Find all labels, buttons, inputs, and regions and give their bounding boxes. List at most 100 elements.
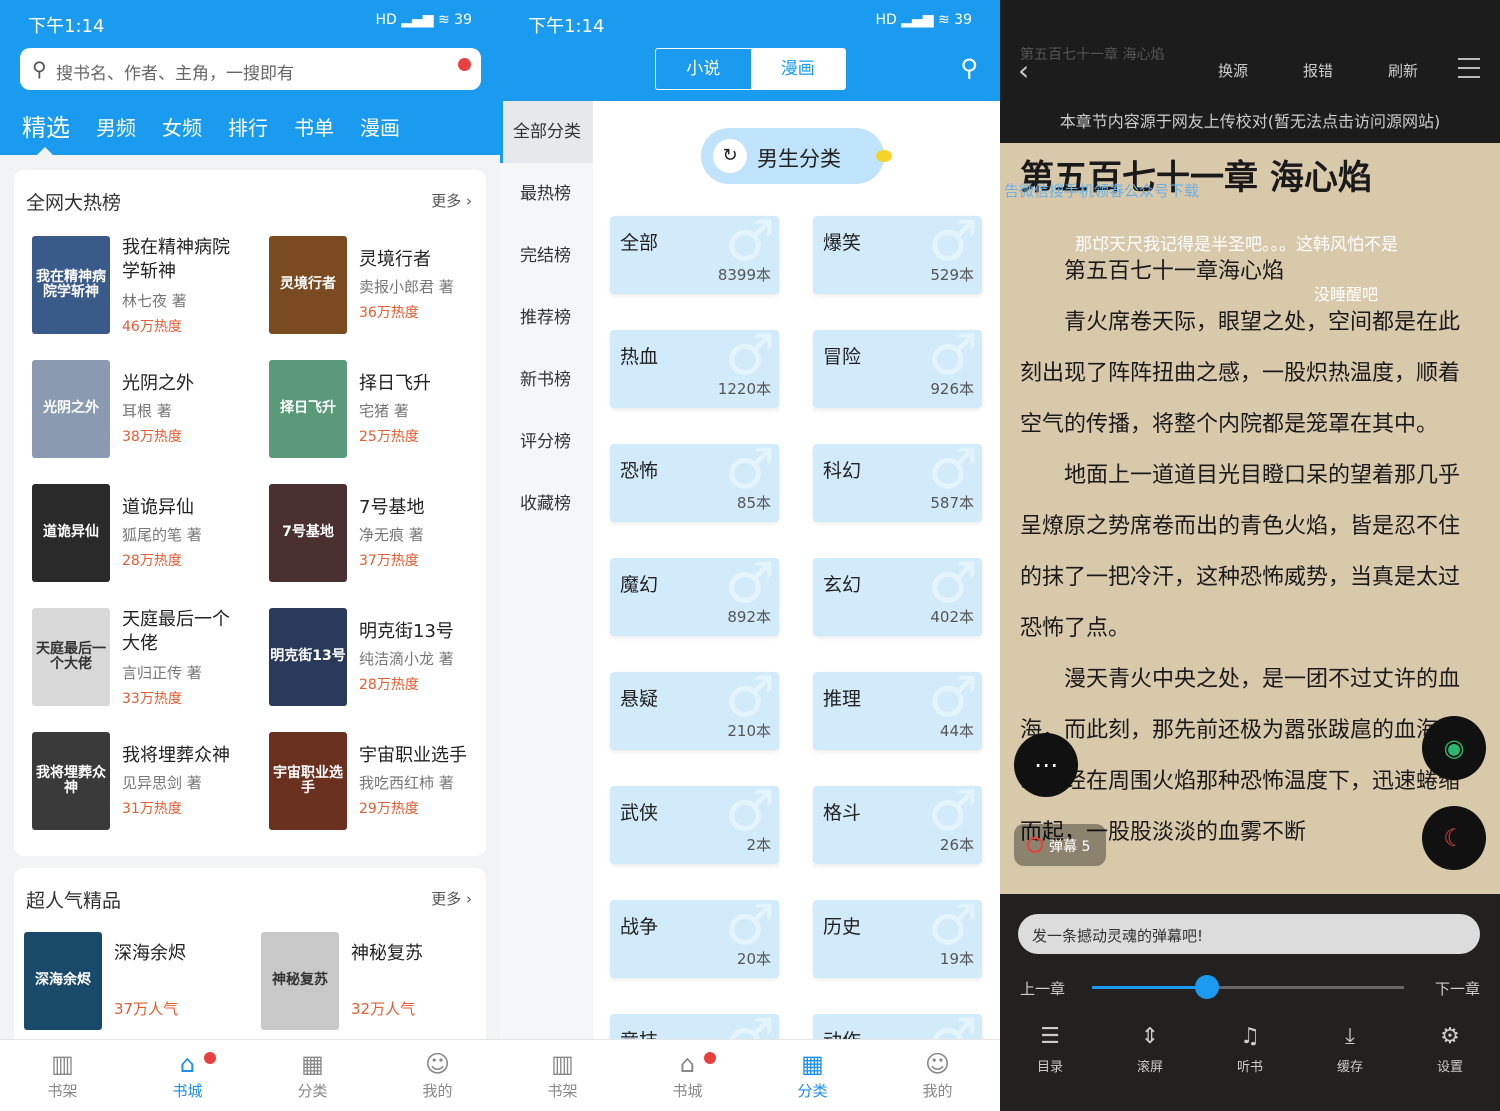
danmaku-input[interactable]: 发一条撼动灵魂的弹幕吧! <box>1018 914 1480 954</box>
nav-label: 书城 <box>172 1082 203 1100</box>
popular-more-link[interactable]: 更多 › <box>431 888 472 909</box>
side-favorites[interactable]: 收藏榜 <box>500 473 593 535</box>
tab-comics[interactable]: 漫画 <box>360 112 400 143</box>
book-item[interactable]: 灵境行者 灵境行者 卖报小郎君 著 36万热度 <box>269 236 499 336</box>
side-recommended[interactable]: 推荐榜 <box>500 287 593 349</box>
category-tile[interactable]: ♂ 全部 8399本 <box>610 216 779 294</box>
category-tile[interactable]: ♂ 科幻 587本 <box>813 444 982 522</box>
book-item[interactable]: 我在精神病院学斩神 我在精神病院学斩神 林七夜 著 46万热度 <box>32 236 262 336</box>
status-icons: HD ▂▄▆ ≋ 39 <box>875 12 972 28</box>
autoscroll-button[interactable]: ⇕ 滚屏 <box>1100 1024 1200 1075</box>
tab-female[interactable]: 女频 <box>162 112 202 143</box>
nav-label: 书架 <box>47 1082 78 1100</box>
book-item[interactable]: 道诡异仙 道诡异仙 狐尾的笔 著 28万热度 <box>32 484 262 584</box>
tab-booklist[interactable]: 书单 <box>294 112 334 143</box>
book-title: 深海余烬 <box>114 943 186 964</box>
seg-comics[interactable]: 漫画 <box>750 49 845 89</box>
side-hottest[interactable]: 最热榜 <box>500 163 593 225</box>
ghost-chapter-title: 第五百七十一章 海心焰 <box>1020 47 1165 63</box>
book-item[interactable]: 我将埋葬众神 我将埋葬众神 见异思剑 著 31万热度 <box>32 732 262 832</box>
gender-switch-pill[interactable]: ↻ 男生分类 <box>701 128 892 184</box>
progress-slider[interactable] <box>1092 975 1404 999</box>
book-title: 宇宙职业选手 <box>359 745 467 766</box>
book-heat: 32万人气 <box>351 1000 416 1018</box>
popular-book-item[interactable]: 深海余烬 深海余烬 37万人气 <box>24 932 254 1032</box>
category-tile[interactable]: ♂ 悬疑 210本 <box>610 672 779 750</box>
book-item[interactable]: 宇宙职业选手 宇宙职业选手 我吃西红柿 著 29万热度 <box>269 732 499 832</box>
report-button[interactable]: 报错 <box>1303 60 1333 81</box>
book-cover: 天庭最后一个大佬 <box>32 608 110 706</box>
hot-list-more-link[interactable]: 更多 › <box>431 190 472 211</box>
category-count: 19本 <box>939 950 974 968</box>
tab-featured[interactable]: 精选 <box>22 108 70 143</box>
nav-category[interactable]: ▦ 分类 <box>750 1040 875 1111</box>
category-tile[interactable]: ♂ 魔幻 892本 <box>610 558 779 636</box>
search-icon: ⚲ <box>32 57 47 81</box>
comment-bubble-icon[interactable]: ⋯ <box>1014 733 1078 797</box>
nav-mine[interactable]: ☺ 我的 <box>875 1040 1000 1111</box>
category-name: 魔幻 <box>620 574 659 596</box>
side-rating[interactable]: 评分榜 <box>500 411 593 473</box>
category-tile[interactable]: ♂ 爆笑 529本 <box>813 216 982 294</box>
book-heat: 31万热度 <box>122 801 182 817</box>
category-tile[interactable]: ♂ 历史 19本 <box>813 900 982 978</box>
progress-knob[interactable] <box>1195 975 1220 999</box>
prev-chapter-button[interactable]: 上一章 <box>1020 978 1065 999</box>
tab-male[interactable]: 男频 <box>96 112 136 143</box>
moon-icon[interactable]: ☾ <box>1422 806 1486 870</box>
book-cover: 择日飞升 <box>269 360 347 458</box>
badge-dot <box>203 1052 216 1064</box>
nav-mine[interactable]: ☺ 我的 <box>375 1040 500 1111</box>
nav-category[interactable]: ▦ 分类 <box>250 1040 375 1111</box>
cache-button[interactable]: ⤓ 缓存 <box>1300 1024 1400 1075</box>
toc-button[interactable]: ☰ 目录 <box>1000 1024 1100 1075</box>
eye-icon[interactable]: ◉ <box>1422 716 1486 780</box>
book-item[interactable]: 择日飞升 择日飞升 宅猪 著 25万热度 <box>269 360 499 460</box>
category-tile[interactable]: ♂ 格斗 26本 <box>813 786 982 864</box>
listen-button[interactable]: ♫ 听书 <box>1200 1024 1300 1075</box>
search-input[interactable]: ⚲ 搜书名、作者、主角，一搜即有 <box>20 48 481 90</box>
nav-bookshelf[interactable]: ▥ 书架 <box>500 1040 625 1111</box>
category-tile[interactable]: ♂ 武侠 2本 <box>610 786 779 864</box>
seg-novel[interactable]: 小说 <box>656 49 751 89</box>
category-count: 587本 <box>930 494 974 512</box>
next-chapter-button[interactable]: 下一章 <box>1435 978 1480 999</box>
tool-label: 缓存 <box>1336 1060 1363 1075</box>
category-name: 全部 <box>620 232 659 254</box>
nav-bookstore[interactable]: ⌂ 书城 <box>625 1040 750 1111</box>
danmaku-toggle[interactable]: 弹幕 5 <box>1014 824 1106 866</box>
book-item[interactable]: 7号基地 7号基地 净无痕 著 37万热度 <box>269 484 499 584</box>
category-name: 恐怖 <box>620 460 659 482</box>
refresh-button[interactable]: 刷新 <box>1388 60 1418 81</box>
category-tile[interactable]: ♂ 战争 20本 <box>610 900 779 978</box>
category-tile[interactable]: ♂ 玄幻 402本 <box>813 558 982 636</box>
type-segmented-control: 小说 漫画 <box>655 48 846 90</box>
male-symbol-icon: ♂ <box>724 558 775 616</box>
book-item[interactable]: 天庭最后一个大佬 天庭最后一个大佬 言归正传 著 33万热度 <box>32 608 262 708</box>
settings-button[interactable]: ⚙ 设置 <box>1400 1024 1500 1075</box>
side-new[interactable]: 新书榜 <box>500 349 593 411</box>
book-item[interactable]: 明克街13号 明克街13号 纯洁滴小龙 著 28万热度 <box>269 608 499 708</box>
back-icon[interactable]: ‹ <box>1018 54 1029 87</box>
book-cover: 我在精神病院学斩神 <box>32 236 110 334</box>
category-name: 武侠 <box>620 802 659 824</box>
menu-icon[interactable] <box>1458 58 1480 85</box>
male-symbol-icon: ♂ <box>724 672 775 730</box>
side-all[interactable]: 全部分类 <box>500 101 593 163</box>
category-tile[interactable]: ♂ 冒险 926本 <box>813 330 982 408</box>
tab-ranking[interactable]: 排行 <box>228 112 268 143</box>
category-tile[interactable]: ♂ 恐怖 85本 <box>610 444 779 522</box>
danmaku-count: 弹幕 5 <box>1049 839 1091 855</box>
category-tile[interactable]: ♂ 热血 1220本 <box>610 330 779 408</box>
category-name: 格斗 <box>823 802 862 824</box>
category-tile[interactable]: ♂ 推理 44本 <box>813 672 982 750</box>
change-source-button[interactable]: 换源 <box>1218 60 1248 81</box>
side-finished[interactable]: 完结榜 <box>500 225 593 287</box>
nav-bookshelf[interactable]: ▥ 书架 <box>0 1040 125 1111</box>
popular-book-item[interactable]: 神秘复苏 神秘复苏 32万人气 <box>261 932 491 1032</box>
badge-dot <box>703 1052 716 1064</box>
nav-bookstore[interactable]: ⌂ 书城 <box>125 1040 250 1111</box>
book-item[interactable]: 光阴之外 光阴之外 耳根 著 38万热度 <box>32 360 262 460</box>
search-icon[interactable]: ⚲ <box>960 54 978 82</box>
category-sidebar: 全部分类 最热榜 完结榜 推荐榜 新书榜 评分榜 收藏榜 <box>500 101 593 1039</box>
